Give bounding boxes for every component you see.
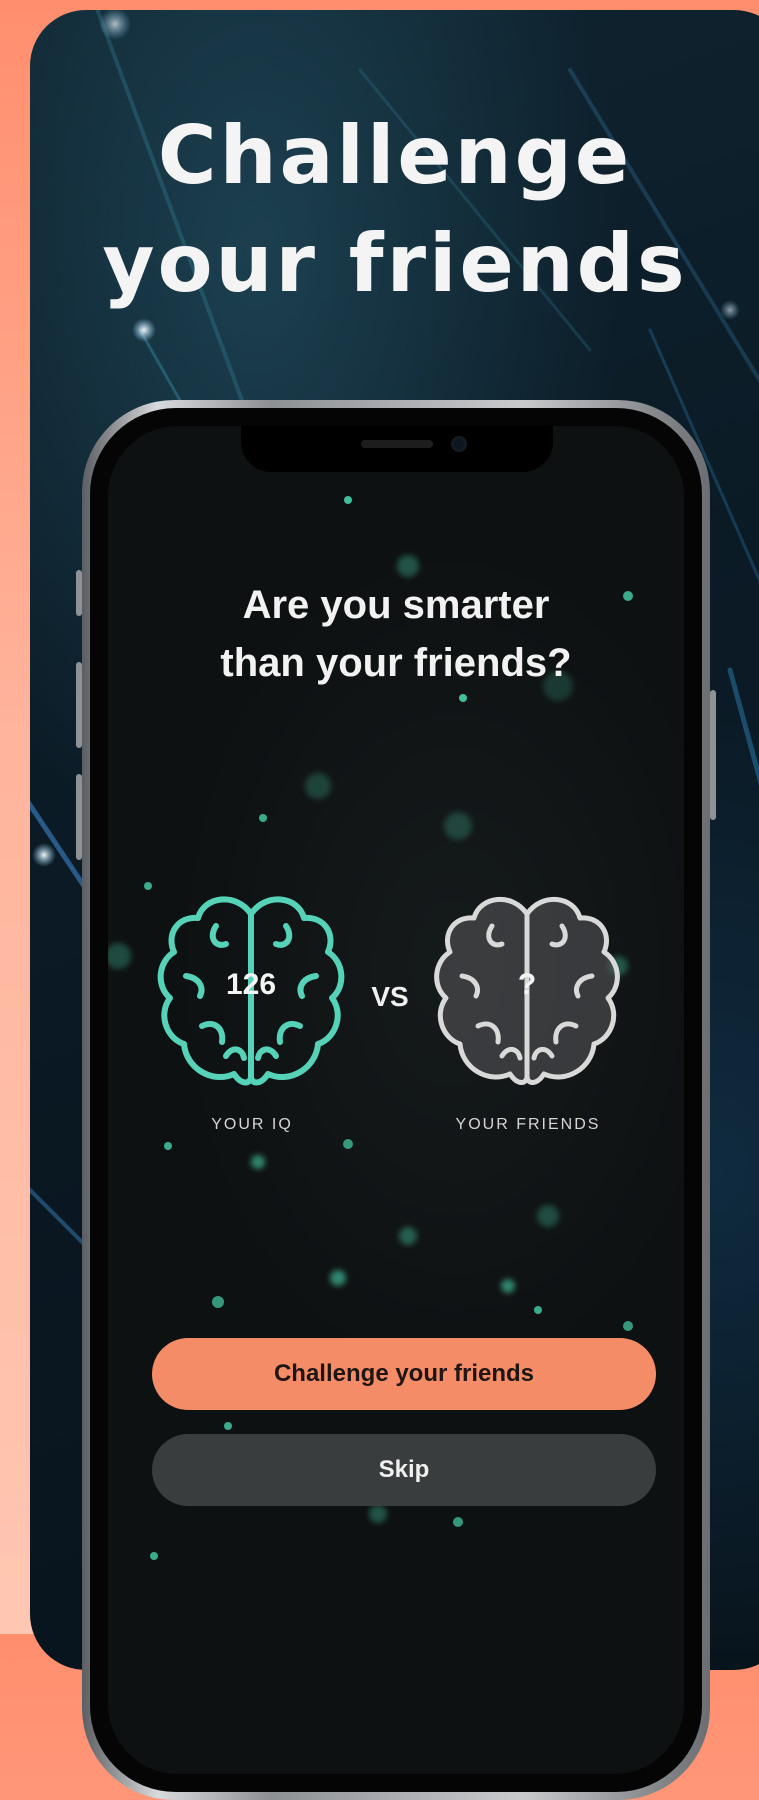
bokeh-dot bbox=[399, 1227, 417, 1245]
bokeh-dot bbox=[537, 1205, 559, 1227]
bokeh-dot bbox=[224, 1422, 232, 1430]
your-iq-value: 126 bbox=[225, 968, 277, 1001]
skip-button[interactable]: Skip bbox=[152, 1434, 656, 1506]
bokeh-dot bbox=[164, 1142, 172, 1150]
question-line-2: than your friends? bbox=[220, 641, 572, 685]
bokeh-dot bbox=[305, 773, 331, 799]
challenge-friends-button[interactable]: Challenge your friends bbox=[152, 1338, 656, 1410]
your-friends-label: YOUR FRIENDS bbox=[455, 1116, 601, 1133]
bokeh-dot bbox=[259, 814, 267, 822]
bokeh-dot bbox=[501, 1279, 515, 1293]
question-line-1: Are you smarter bbox=[242, 583, 550, 627]
friends-iq-value: ? bbox=[517, 968, 537, 1001]
headline-line-1: Challenge bbox=[157, 109, 633, 202]
bokeh-dot bbox=[444, 812, 472, 840]
phone-screen: Are you smarter than your friends? 126 V… bbox=[108, 426, 684, 1774]
bokeh-dot bbox=[623, 1321, 633, 1331]
vs-label: VS bbox=[371, 981, 409, 1012]
bokeh-dot bbox=[459, 694, 467, 702]
phone-notch bbox=[241, 426, 553, 472]
bokeh-dot bbox=[344, 496, 352, 504]
phone-volume-up bbox=[76, 662, 82, 748]
phone-power-button bbox=[710, 690, 716, 820]
bokeh-dot bbox=[397, 555, 419, 577]
bokeh-dot bbox=[144, 882, 152, 890]
your-iq-label: YOUR IQ bbox=[211, 1116, 293, 1133]
front-camera bbox=[451, 436, 467, 452]
friends-brain-icon: ? bbox=[432, 886, 622, 1096]
phone-side-button bbox=[76, 570, 82, 616]
bokeh-dot bbox=[108, 943, 131, 969]
your-brain-icon: 126 bbox=[156, 886, 346, 1096]
question-heading: Are you smarter than your friends? bbox=[108, 576, 684, 692]
speaker-grille bbox=[361, 440, 433, 448]
bokeh-dot bbox=[343, 1139, 353, 1149]
bokeh-dot bbox=[212, 1296, 224, 1308]
headline-line-2: your friends bbox=[102, 217, 688, 310]
bokeh-dot bbox=[453, 1517, 463, 1527]
bokeh-dot bbox=[534, 1306, 542, 1314]
bokeh-dot bbox=[150, 1552, 158, 1560]
phone-volume-down bbox=[76, 774, 82, 860]
bokeh-dot bbox=[330, 1270, 346, 1286]
phone-bezel: Are you smarter than your friends? 126 V… bbox=[90, 408, 702, 1792]
bokeh-dot bbox=[251, 1155, 265, 1169]
bokeh-dot bbox=[369, 1505, 387, 1523]
promo-headline: Challenge your friends bbox=[30, 102, 759, 318]
phone-mockup: Are you smarter than your friends? 126 V… bbox=[76, 400, 716, 1800]
